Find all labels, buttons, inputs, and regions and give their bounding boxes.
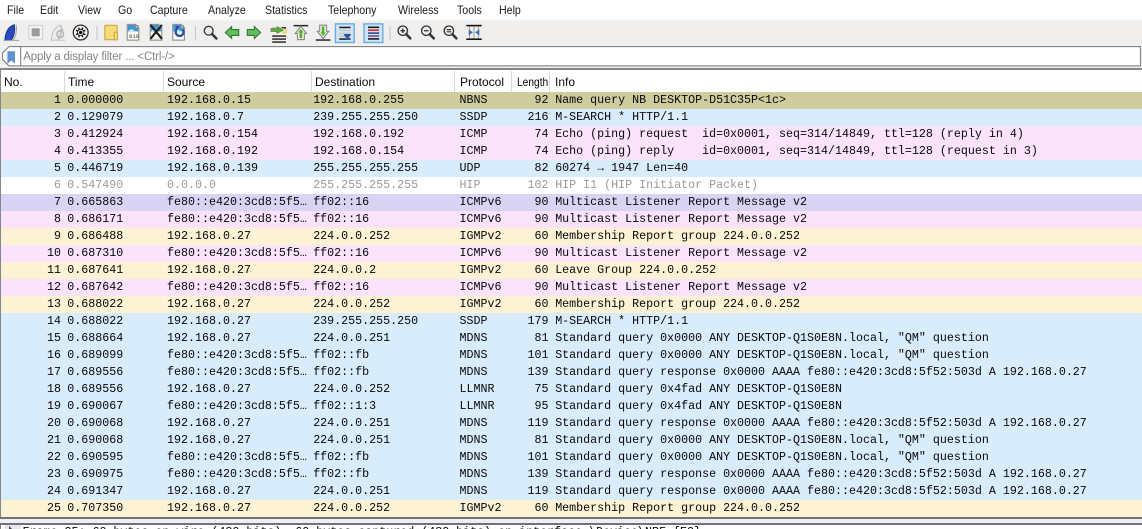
svg-text:010: 010 <box>129 33 140 40</box>
